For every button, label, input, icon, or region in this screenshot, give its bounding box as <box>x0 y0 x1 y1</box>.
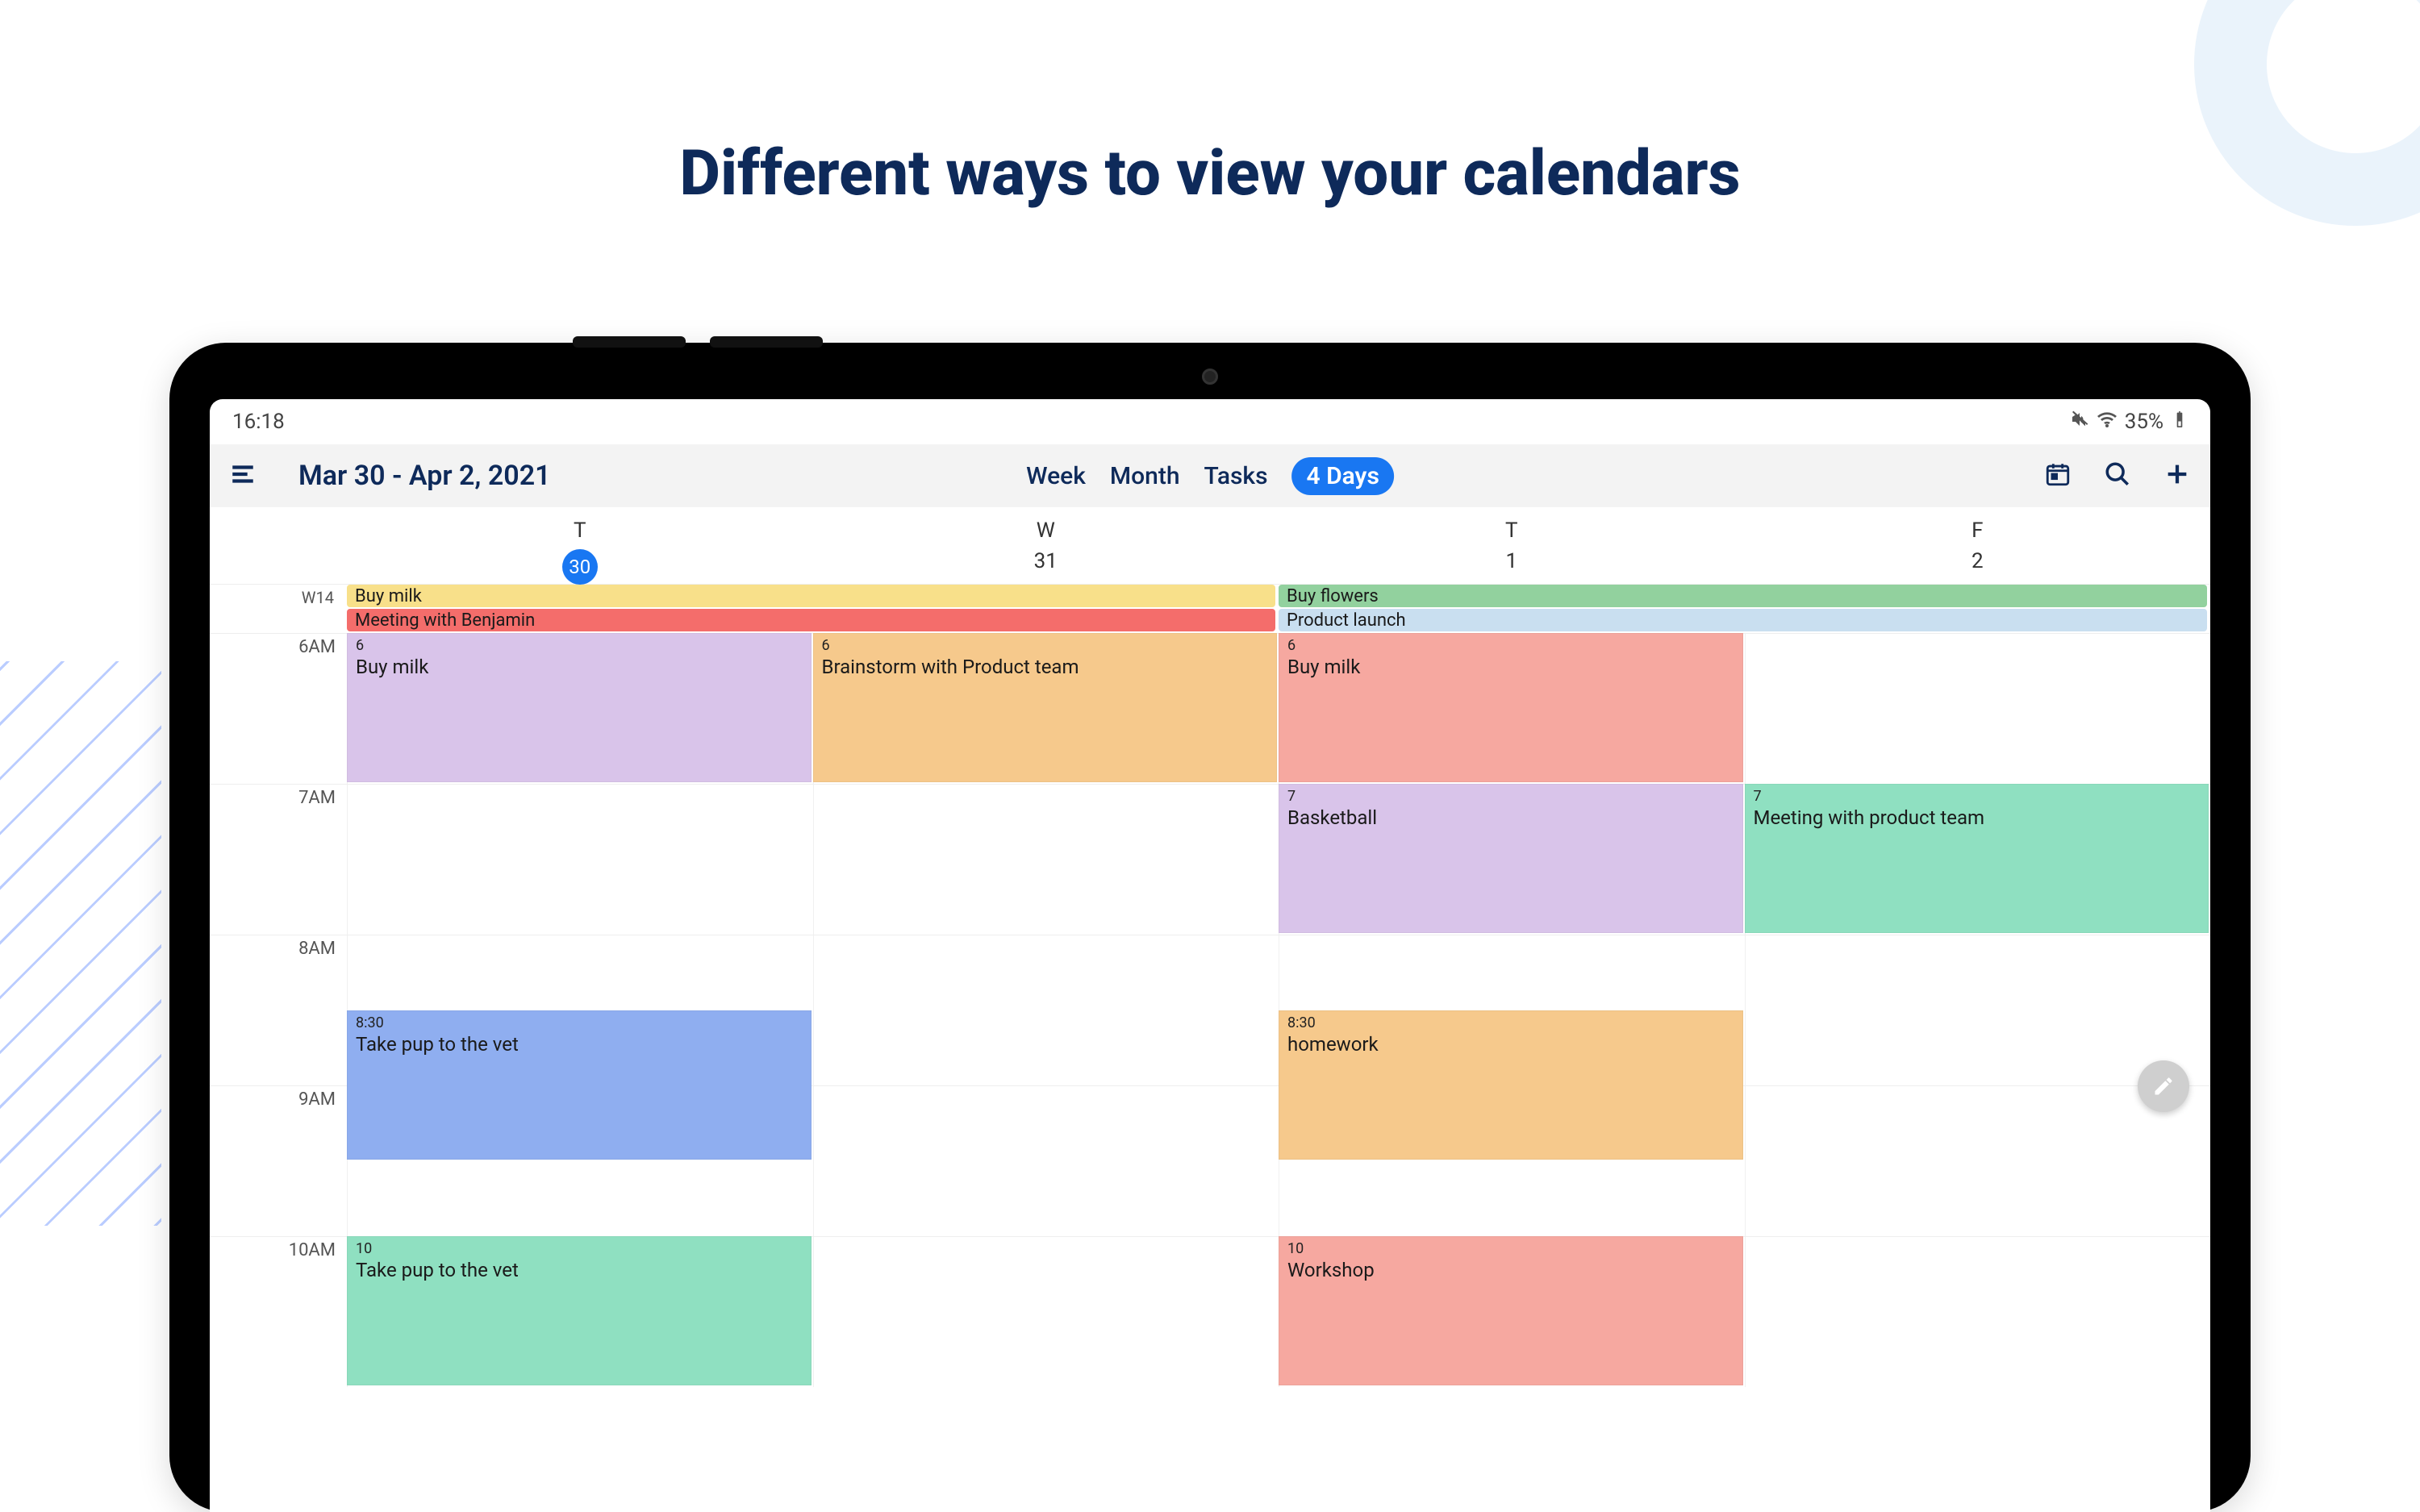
grid-cell[interactable] <box>1745 1237 2211 1387</box>
tablet-frame: 16:18 35% Mar 30 - Apr 2, 2021 Week <box>169 343 2251 1512</box>
decorative-stripes <box>0 661 161 1226</box>
grid-cell[interactable] <box>813 1237 1279 1387</box>
event-time: 10 <box>356 1240 803 1257</box>
add-icon[interactable] <box>2163 460 2191 491</box>
page-title: Different ways to view your calendars <box>0 137 2420 210</box>
today-icon[interactable] <box>2044 460 2072 491</box>
event-title: Basketball <box>1287 806 1377 829</box>
grid-cell[interactable] <box>1745 935 2211 1085</box>
statusbar-time: 16:18 <box>232 410 285 434</box>
day-col-3[interactable]: F 2 <box>1745 507 2211 585</box>
calendar-event[interactable]: 6 Brainstorm with Product team <box>813 633 1278 782</box>
hour-label: 9AM <box>210 1086 347 1236</box>
allday-section: W14 Buy milkBuy flowersMeeting with Benj… <box>210 585 2210 633</box>
hour-label: 10AM <box>210 1237 347 1387</box>
toolbar: Mar 30 - Apr 2, 2021 Week Month Tasks 4 … <box>210 444 2210 507</box>
grid-cell[interactable] <box>813 785 1279 935</box>
event-time: 6 <box>1287 637 1734 654</box>
tablet-camera <box>1202 369 1218 385</box>
event-time: 8:30 <box>356 1014 803 1031</box>
hour-label: 6AM <box>210 634 347 784</box>
edit-fab[interactable] <box>2138 1060 2189 1112</box>
day-col-2[interactable]: T 1 <box>1279 507 1745 585</box>
allday-event[interactable]: Buy flowers <box>1279 585 2207 607</box>
statusbar: 16:18 35% <box>210 399 2210 444</box>
grid-cell[interactable] <box>347 785 813 935</box>
battery-icon <box>2172 410 2188 435</box>
allday-event[interactable]: Product launch <box>1279 609 2207 631</box>
allday-event[interactable]: Buy milk <box>347 585 1275 607</box>
event-title: Take pup to the vet <box>356 1033 519 1056</box>
mute-icon <box>2070 410 2089 435</box>
view-switcher: Week Month Tasks 4 Days <box>1026 457 1394 495</box>
date-range[interactable]: Mar 30 - Apr 2, 2021 <box>298 460 551 492</box>
event-time: 10 <box>1287 1240 1734 1257</box>
calendar-event[interactable]: 7Basketball <box>1279 784 1743 933</box>
event-time: 6 <box>356 637 803 654</box>
hour-label: 7AM <box>210 785 347 935</box>
day-letter: T <box>1279 519 1745 543</box>
view-tasks[interactable]: Tasks <box>1204 462 1267 490</box>
event-time: 7 <box>1754 788 2201 805</box>
event-title: Take pup to the vet <box>356 1259 519 1281</box>
event-title: Meeting with product team <box>1754 806 1985 829</box>
screen: 16:18 35% Mar 30 - Apr 2, 2021 Week <box>210 399 2210 1512</box>
event-title: homework <box>1287 1033 1379 1056</box>
week-number: W14 <box>210 585 347 633</box>
calendar-event[interactable]: 8:30 Take pup to the vet <box>347 1010 812 1160</box>
event-title: Brainstorm with Product team <box>822 656 1079 678</box>
menu-icon[interactable] <box>229 460 257 491</box>
day-col-0[interactable]: T 30 <box>347 507 813 585</box>
grid-cell[interactable] <box>1745 634 2211 784</box>
wifi-icon <box>2097 410 2117 435</box>
search-icon[interactable] <box>2104 460 2131 491</box>
calendar-event[interactable]: 10 Workshop <box>1279 1236 1743 1385</box>
view-4days[interactable]: 4 Days <box>1292 457 1394 495</box>
battery-label: 35% <box>2125 410 2163 434</box>
day-col-1[interactable]: W 31 <box>813 507 1279 585</box>
calendar-event[interactable]: 7Meeting with product team <box>1745 784 2209 933</box>
view-month[interactable]: Month <box>1110 462 1180 490</box>
day-number: 31 <box>813 549 1279 573</box>
grid-cell[interactable] <box>813 935 1279 1085</box>
event-time: 7 <box>1287 788 1734 805</box>
event-time: 8:30 <box>1287 1014 1734 1031</box>
event-title: Buy milk <box>1287 656 1360 678</box>
day-number: 1 <box>1279 549 1745 573</box>
time-grid: 6AM7AM8AM9AM10AM 6 Buy milk 6 Brainstorm wit… <box>210 633 2210 1387</box>
day-letter: T <box>347 519 813 543</box>
day-number: 2 <box>1745 549 2211 573</box>
event-title: Buy milk <box>356 656 428 678</box>
grid-cell[interactable] <box>1745 1086 2211 1236</box>
hour-label: 8AM <box>210 935 347 1085</box>
calendar-event[interactable]: 6 Buy milk <box>1279 633 1743 782</box>
allday-event[interactable]: Meeting with Benjamin <box>347 609 1275 631</box>
day-number-today: 30 <box>562 549 598 585</box>
days-header: T 30 W 31 T 1 F 2 <box>210 507 2210 585</box>
event-time: 6 <box>822 637 1269 654</box>
grid-cell[interactable] <box>813 1086 1279 1236</box>
view-week[interactable]: Week <box>1026 462 1086 490</box>
calendar-event[interactable]: 8:30 homework <box>1279 1010 1743 1160</box>
calendar-event[interactable]: 6 Buy milk <box>347 633 812 782</box>
day-letter: F <box>1745 519 2211 543</box>
day-letter: W <box>813 519 1279 543</box>
calendar-event[interactable]: 10 Take pup to the vet <box>347 1236 812 1385</box>
event-title: Workshop <box>1287 1259 1375 1281</box>
